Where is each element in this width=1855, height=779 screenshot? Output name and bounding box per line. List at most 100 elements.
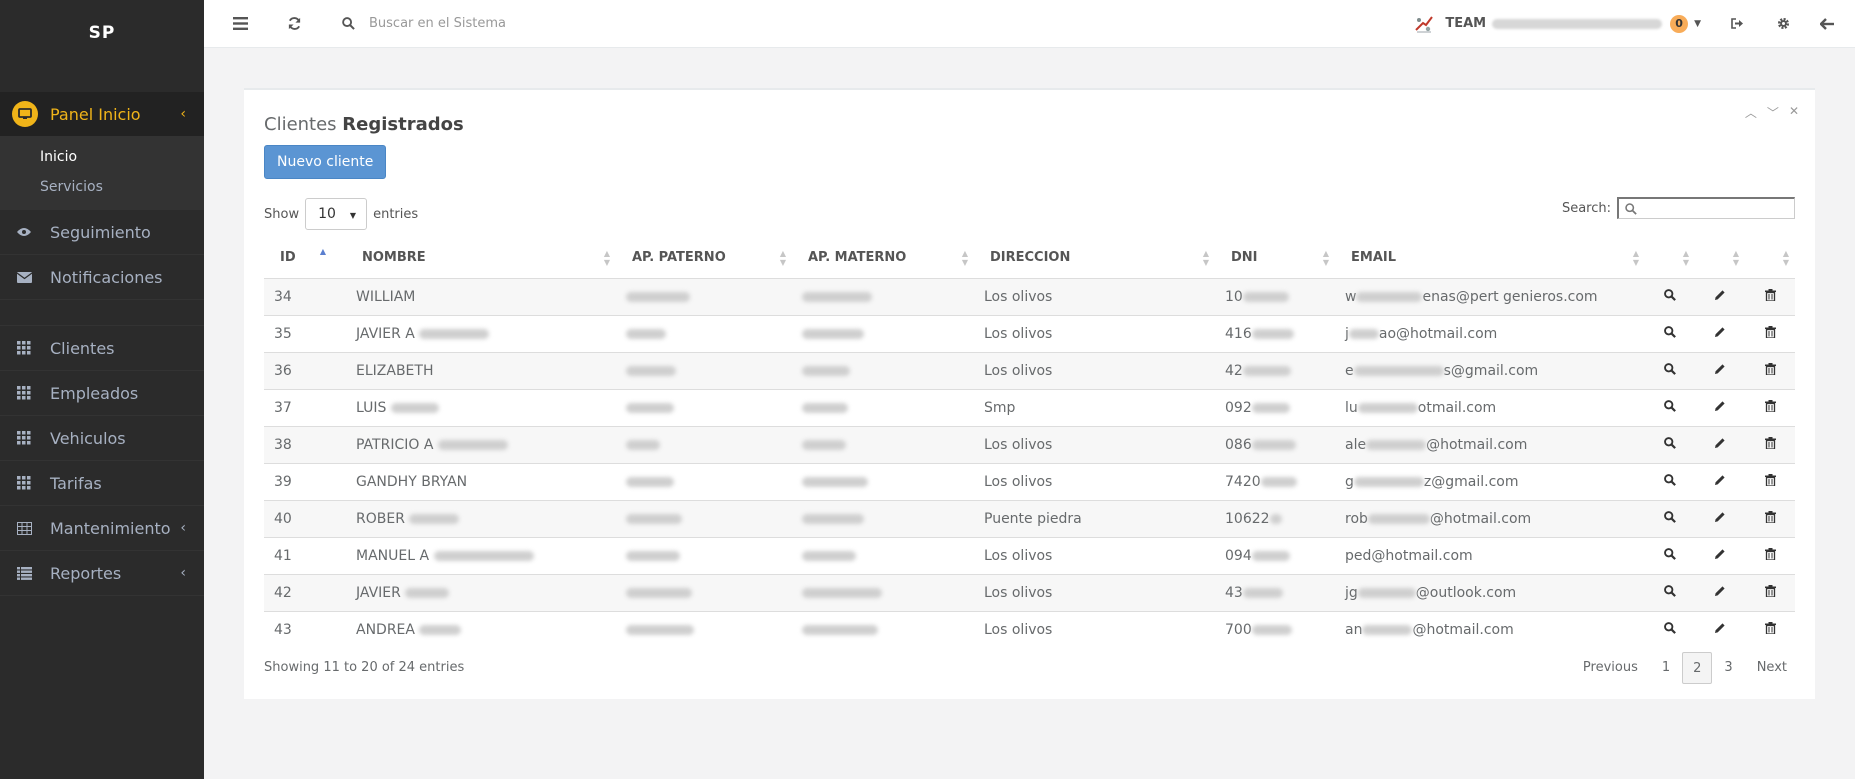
delete-button[interactable] (1745, 388, 1795, 426)
sidebar-item-tarifas[interactable]: Tarifas (0, 461, 204, 506)
col-ap-paterno[interactable]: AP. PATERNO ▲ ▼ (616, 238, 792, 279)
cell-nombre: LUIS (346, 388, 616, 426)
search-icon (1664, 473, 1676, 486)
delete-button[interactable] (1745, 499, 1795, 537)
cell-direccion: Los olivos (974, 462, 1215, 500)
sidebar-item-seguimiento[interactable]: Seguimiento (0, 210, 204, 255)
col-ap-materno[interactable]: AP. MATERNO ▲ ▼ (792, 238, 974, 279)
delete-button[interactable] (1745, 610, 1795, 648)
view-button[interactable] (1645, 499, 1695, 537)
view-button[interactable] (1645, 351, 1695, 389)
edit-button[interactable] (1695, 351, 1745, 389)
chevron-up-icon[interactable]: ︿ (1745, 104, 1757, 121)
delete-button[interactable] (1745, 425, 1795, 463)
view-button[interactable] (1645, 277, 1695, 315)
redacted-text (626, 365, 676, 376)
delete-button[interactable] (1745, 351, 1795, 389)
logout-button[interactable] (1725, 12, 1749, 36)
pagination-previous[interactable]: Previous (1571, 652, 1650, 684)
nav-panel-inicio-header[interactable]: Panel Inicio ‹ (0, 92, 204, 136)
sidebar-item-notificaciones[interactable]: Notificaciones (0, 255, 204, 300)
subnav-item-inicio[interactable]: Inicio (0, 142, 204, 172)
cell-ap-paterno (616, 499, 792, 537)
view-button[interactable] (1645, 536, 1695, 574)
col-email[interactable]: EMAIL ▲ ▼ (1335, 238, 1645, 279)
cell-direccion: Puente piedra (974, 499, 1215, 537)
view-button[interactable] (1645, 388, 1695, 426)
redacted-text (1366, 439, 1427, 450)
col-editar[interactable]: ▲ ▼ (1695, 238, 1745, 279)
pagination-page-1[interactable]: 1 (1650, 652, 1682, 684)
col-eliminar[interactable]: ▲ ▼ (1745, 238, 1795, 279)
sidebar-item-mantenimiento[interactable]: Mantenimiento ‹ (0, 506, 204, 551)
chevron-down-icon[interactable]: ﹀ (1767, 104, 1779, 121)
redacted-text (802, 365, 850, 376)
pencil-icon (1715, 548, 1725, 559)
cell-text: ale (1345, 436, 1367, 453)
redacted-text (1260, 476, 1297, 487)
col-ver[interactable]: ▲ ▼ (1645, 238, 1695, 279)
redacted-text (1269, 513, 1282, 524)
refresh-button[interactable] (282, 12, 306, 36)
edit-button[interactable] (1695, 536, 1745, 574)
chevron-left-icon: ‹ (180, 520, 186, 536)
back-button[interactable] (1815, 12, 1839, 36)
trash-icon (1764, 325, 1776, 339)
edit-button[interactable] (1695, 573, 1745, 611)
redacted-text (419, 328, 490, 339)
top-search-input[interactable] (369, 16, 769, 31)
delete-button[interactable] (1745, 462, 1795, 500)
delete-button[interactable] (1745, 314, 1795, 352)
redacted-text (802, 402, 848, 413)
settings-button[interactable] (1771, 12, 1795, 36)
delete-button[interactable] (1745, 277, 1795, 315)
col-direccion[interactable]: DIRECCION ▲ ▼ (974, 238, 1215, 279)
view-button[interactable] (1645, 314, 1695, 352)
search-icon (342, 17, 355, 30)
redacted-text (1251, 624, 1292, 635)
delete-button[interactable] (1745, 536, 1795, 574)
edit-button[interactable] (1695, 277, 1745, 315)
subnav-item-servicios[interactable]: Servicios (0, 172, 204, 202)
nav-panel-inicio: Panel Inicio ‹ Inicio Servicios (0, 92, 204, 210)
edit-button[interactable] (1695, 388, 1745, 426)
cell-ap-paterno (616, 277, 792, 315)
cell-nombre: ANDREA (346, 610, 616, 648)
edit-button[interactable] (1695, 314, 1745, 352)
sidebar-item-vehiculos[interactable]: Vehiculos (0, 416, 204, 461)
view-button[interactable] (1645, 425, 1695, 463)
delete-button[interactable] (1745, 573, 1795, 611)
pagination-page-2[interactable]: 2 (1682, 652, 1713, 684)
cell-text: jg (1345, 584, 1358, 601)
sidebar-item-clientes[interactable]: Clientes (0, 326, 204, 371)
brand-logo[interactable]: SP (0, 0, 204, 66)
view-button[interactable] (1645, 610, 1695, 648)
cell-nombre: JAVIER A (346, 314, 616, 352)
entries-select[interactable]: 10 ▼ (305, 198, 368, 230)
col-id[interactable]: ID ▲ (264, 238, 346, 279)
pagination-next[interactable]: Next (1745, 652, 1799, 684)
team-dropdown[interactable]: TEAM 0 ▼ (1413, 13, 1701, 35)
col-dni[interactable]: DNI ▲ ▼ (1215, 238, 1335, 279)
cell-ap-paterno (616, 610, 792, 648)
edit-button[interactable] (1695, 462, 1745, 500)
redacted-text (1348, 328, 1379, 339)
col-nombre[interactable]: NOMBRE ▲ ▼ (346, 238, 616, 279)
edit-button[interactable] (1695, 499, 1745, 537)
edit-button[interactable] (1695, 425, 1745, 463)
search-icon (1664, 584, 1676, 597)
view-button[interactable] (1645, 462, 1695, 500)
menu-toggle-button[interactable] (228, 12, 252, 36)
entries-label: entries (373, 206, 419, 222)
redacted-text (1353, 365, 1444, 376)
edit-button[interactable] (1695, 610, 1745, 648)
sidebar-item-empleados[interactable]: Empleados (0, 371, 204, 416)
nuevo-cliente-button[interactable]: Nuevo cliente (264, 145, 387, 179)
table-search-box[interactable] (1617, 197, 1795, 219)
pagination-page-3[interactable]: 3 (1712, 652, 1744, 684)
sidebar-item-reportes[interactable]: Reportes ‹ (0, 551, 204, 596)
redacted-text (802, 328, 864, 339)
close-icon[interactable]: ✕ (1789, 104, 1799, 121)
view-button[interactable] (1645, 573, 1695, 611)
table-search-input[interactable] (1641, 201, 1791, 216)
